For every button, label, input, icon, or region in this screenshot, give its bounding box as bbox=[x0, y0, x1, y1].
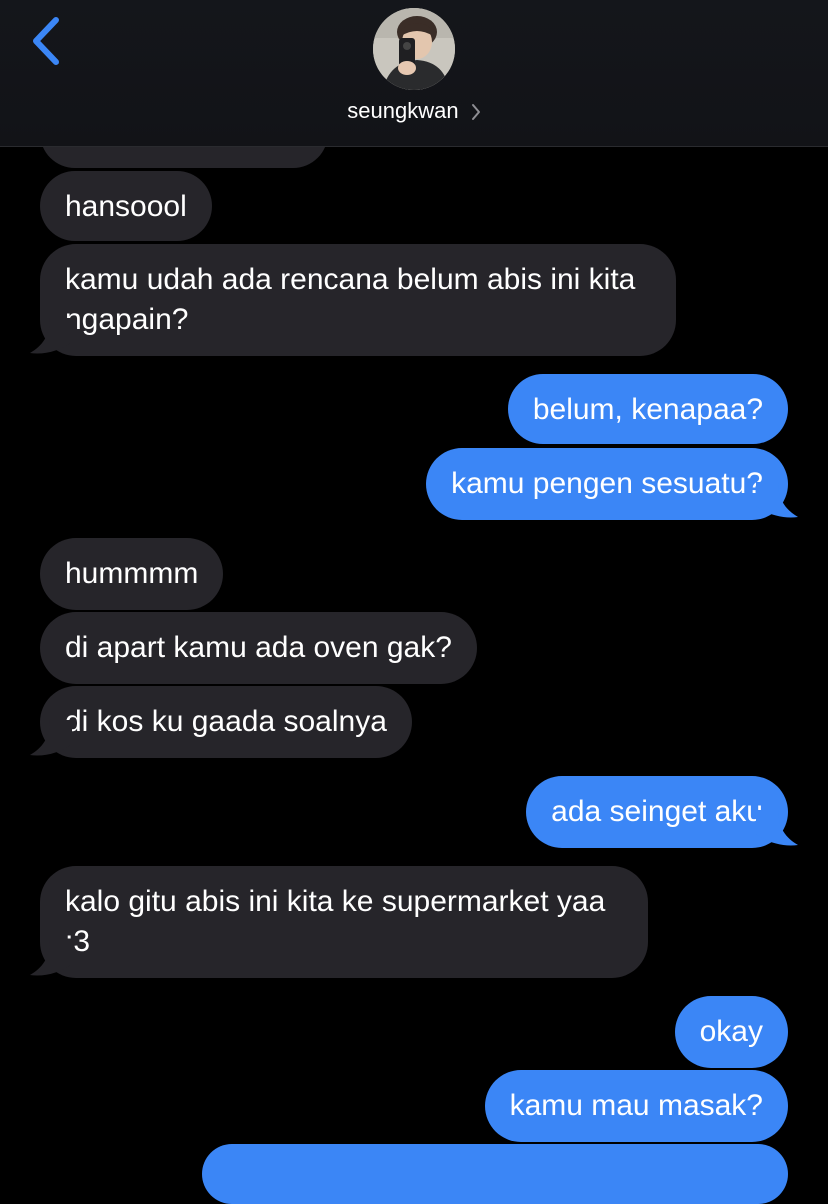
message-text: okay bbox=[699, 1015, 763, 1048]
bubble-tail bbox=[30, 318, 72, 354]
message-text: kamu pengen sesuatu? bbox=[451, 467, 763, 500]
incoming-message[interactable]: hummmm bbox=[40, 538, 224, 610]
bubble-tail bbox=[756, 810, 798, 846]
incoming-message[interactable]: di apart kamu ada oven gak? bbox=[40, 612, 477, 684]
avatar[interactable] bbox=[373, 8, 455, 90]
message-text: di apart kamu ada oven gak? bbox=[65, 631, 452, 664]
bubble-tail bbox=[756, 482, 798, 518]
message-text: di kos ku gaada soalnya bbox=[65, 705, 387, 738]
outgoing-message[interactable]: belum, kenapaa? bbox=[507, 374, 788, 444]
message-bubble-partial bbox=[202, 1144, 788, 1204]
message-text: kamu udah ada rencana belum abis ini kit… bbox=[65, 263, 636, 336]
incoming-message[interactable]: kamu udah ada rencana belum abis ini kit… bbox=[40, 244, 676, 356]
contact-name: seungkwan bbox=[347, 98, 459, 123]
outgoing-message[interactable]: kamu mau masak? bbox=[484, 1070, 788, 1142]
back-button[interactable] bbox=[26, 14, 72, 68]
chevron-right-icon bbox=[471, 104, 480, 121]
message-text: kalo gitu abis ini kita ke supermarket y… bbox=[65, 885, 606, 958]
conversation-header: seungkwan bbox=[0, 0, 828, 147]
message-thread[interactable]: hansoool kamu udah ada rencana belum abi… bbox=[0, 0, 828, 1204]
message-text: ada seinget aku bbox=[551, 795, 763, 828]
message-text: belum, kenapaa? bbox=[532, 393, 763, 426]
incoming-message[interactable]: kalo gitu abis ini kita ke supermarket y… bbox=[40, 866, 648, 978]
incoming-message[interactable]: hansoool bbox=[40, 171, 212, 241]
outgoing-message[interactable]: okay bbox=[674, 996, 788, 1068]
message-text: hansoool bbox=[65, 190, 187, 223]
bubble-tail bbox=[30, 940, 72, 976]
outgoing-message[interactable]: ada seinget aku bbox=[526, 776, 788, 848]
contact-name-button[interactable]: seungkwan bbox=[0, 96, 828, 126]
bubble-tail bbox=[30, 720, 72, 756]
message-text: kamu mau masak? bbox=[509, 1089, 763, 1122]
incoming-message[interactable]: di kos ku gaada soalnya bbox=[40, 686, 412, 758]
message-text: hummmm bbox=[65, 557, 199, 590]
outgoing-message[interactable]: kamu pengen sesuatu? bbox=[426, 448, 788, 520]
chevron-left-icon bbox=[33, 17, 59, 65]
contact-photo bbox=[373, 8, 455, 90]
